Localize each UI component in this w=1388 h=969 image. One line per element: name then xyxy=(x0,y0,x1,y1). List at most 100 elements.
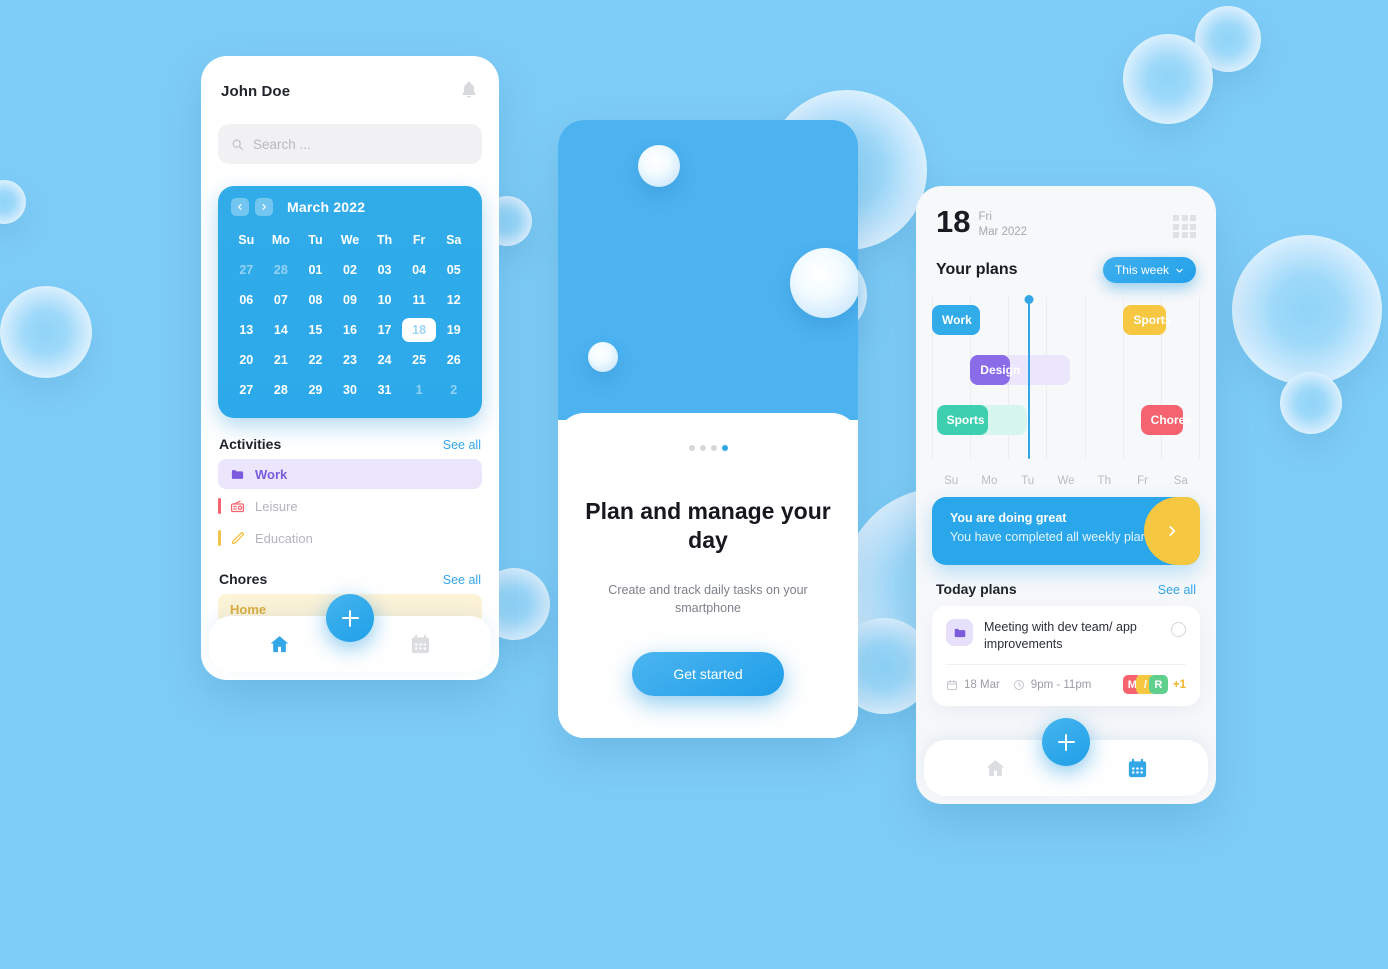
chevron-down-icon xyxy=(1175,266,1184,275)
home-icon[interactable] xyxy=(984,757,1007,780)
add-button[interactable] xyxy=(1042,718,1090,766)
chore-label: Home xyxy=(230,601,267,617)
chores-see-all[interactable]: See all xyxy=(443,573,481,587)
bell-icon[interactable] xyxy=(459,80,479,102)
weekly-timeline-chart: Work Sports Design Sports Chores Su Mo Tu We Th F… xyxy=(932,297,1200,487)
task-top: Meeting with dev team/ app improvements xyxy=(946,619,1186,652)
calendar-day[interactable]: 25 xyxy=(402,348,437,372)
task-checkbox[interactable] xyxy=(1171,622,1186,638)
timeline-now-indicator xyxy=(1027,303,1031,460)
calendar-day[interactable]: 29 xyxy=(298,378,333,402)
task-date-text: 18 Mar xyxy=(964,678,1000,691)
search-input[interactable]: Search ... xyxy=(218,124,482,164)
timeline-day-label: Su xyxy=(944,475,959,488)
timeline-bar[interactable]: Sports xyxy=(1123,305,1171,336)
add-button[interactable] xyxy=(326,594,374,642)
bubble xyxy=(0,180,26,224)
avatar: R xyxy=(1148,675,1168,695)
timeline-bar[interactable]: Work xyxy=(932,305,980,336)
calendar-day[interactable]: 03 xyxy=(367,258,402,282)
left-phone-header: John Doe xyxy=(201,56,499,102)
calendar-day[interactable]: 23 xyxy=(333,348,368,372)
calendar-day[interactable]: 11 xyxy=(402,288,437,312)
today-plans-see-all[interactable]: See all xyxy=(1158,583,1196,597)
pagination-dot[interactable] xyxy=(688,445,695,451)
timeline-bars: Work Sports Design Sports Chores xyxy=(932,297,1200,459)
calendar-day-selected[interactable]: 18 xyxy=(401,318,437,342)
task-avatars[interactable]: M / R +1 xyxy=(1122,675,1186,695)
timeline-bar[interactable]: Design xyxy=(970,355,1020,386)
calendar-day[interactable]: 05 xyxy=(436,258,471,282)
plans-header: 18 Fri Mar 2022 xyxy=(916,186,1216,239)
pagination-dot[interactable] xyxy=(710,445,717,451)
timeline-bar[interactable]: Sports xyxy=(936,405,989,436)
bubble xyxy=(1280,372,1342,434)
activity-label: Leisure xyxy=(255,498,298,514)
calendar-dow: Mo xyxy=(271,233,290,247)
get-started-button[interactable]: Get started xyxy=(632,651,784,696)
calendar-header: March 2022 xyxy=(229,198,471,216)
calendar-grid: Su Mo Tu We Th Fr Sa 27 28 01 02 03 04 05 06 07 08 09 10 11… xyxy=(229,229,471,402)
chores-header: Chores See all xyxy=(201,571,499,587)
calendar-day[interactable]: 09 xyxy=(333,288,368,312)
calendar-day[interactable]: 16 xyxy=(333,318,368,342)
calendar-day[interactable]: 12 xyxy=(436,288,471,312)
calendar-day[interactable]: 08 xyxy=(298,288,333,312)
pagination-dot[interactable] xyxy=(699,445,706,451)
calendar-day[interactable]: 01 xyxy=(298,258,333,282)
timeline-bar[interactable]: Chores xyxy=(1140,405,1192,436)
sidebar-item-leisure[interactable]: Leisure xyxy=(218,491,482,521)
calendar-day[interactable]: 28 xyxy=(264,258,299,282)
calendar-day[interactable]: 27 xyxy=(229,378,264,402)
calendar-day[interactable]: 15 xyxy=(298,318,333,342)
calendar-icon[interactable] xyxy=(1126,757,1149,780)
calendar-day[interactable]: 24 xyxy=(367,348,402,372)
calendar-day[interactable]: 26 xyxy=(436,348,471,372)
activities-see-all[interactable]: See all xyxy=(443,438,481,452)
calendar-day[interactable]: 10 xyxy=(367,288,402,312)
folder-icon xyxy=(230,467,245,482)
calendar-day[interactable]: 07 xyxy=(264,288,299,312)
calendar-day[interactable]: 22 xyxy=(298,348,333,372)
pagination-dot[interactable] xyxy=(721,445,728,451)
calendar-day[interactable]: 31 xyxy=(367,378,402,402)
week-filter-label: This week xyxy=(1114,263,1169,278)
today-plans-header: Today plans See all xyxy=(916,581,1216,597)
calendar-day[interactable]: 27 xyxy=(229,258,264,282)
bubble xyxy=(1123,34,1213,124)
calendar-day[interactable]: 04 xyxy=(402,258,437,282)
avatar-extra-count: +1 xyxy=(1172,678,1186,691)
home-icon[interactable] xyxy=(268,633,291,656)
sidebar-item-education[interactable]: Education xyxy=(218,523,482,553)
calendar-day[interactable]: 14 xyxy=(264,318,299,342)
calendar-title: March 2022 xyxy=(287,199,366,215)
calendar-day[interactable]: 1 xyxy=(402,378,437,402)
sidebar-item-work[interactable]: Work xyxy=(218,459,482,489)
calendar-icon[interactable] xyxy=(409,633,432,656)
calendar-next-button[interactable] xyxy=(255,198,273,216)
calendar-day[interactable]: 02 xyxy=(333,258,368,282)
grid-icon[interactable] xyxy=(1173,208,1196,238)
calendar-day[interactable]: 17 xyxy=(367,318,402,342)
calendar-day[interactable]: 20 xyxy=(229,348,264,372)
banner-arrow-button[interactable] xyxy=(1144,497,1200,566)
date-number: 18 xyxy=(936,204,971,239)
calendar-day[interactable]: 19 xyxy=(436,318,471,342)
left-phone-card: John Doe Search ... March 2022 Su Mo Tu We T… xyxy=(201,56,499,680)
calendar-day[interactable]: 21 xyxy=(264,348,299,372)
date-month: Mar 2022 xyxy=(978,225,1028,238)
page-subtitle: Create and track daily tasks on your sma… xyxy=(608,582,808,615)
calendar-day[interactable]: 06 xyxy=(229,288,264,312)
current-date: 18 Fri Mar 2022 xyxy=(936,204,1028,239)
pagination-dots[interactable] xyxy=(584,445,832,451)
calendar-day[interactable]: 28 xyxy=(264,378,299,402)
task-card[interactable]: Meeting with dev team/ app improvements … xyxy=(932,606,1200,707)
calendar-day[interactable]: 13 xyxy=(229,318,264,342)
progress-banner[interactable]: You are doing great You have completed a… xyxy=(932,497,1200,566)
calendar-prev-button[interactable] xyxy=(231,198,249,216)
activities-header: Activities See all xyxy=(201,436,499,452)
calendar-day[interactable]: 2 xyxy=(436,378,471,402)
activity-color-bar xyxy=(218,530,221,546)
calendar-day[interactable]: 30 xyxy=(333,378,368,402)
week-filter-dropdown[interactable]: This week xyxy=(1102,257,1196,284)
